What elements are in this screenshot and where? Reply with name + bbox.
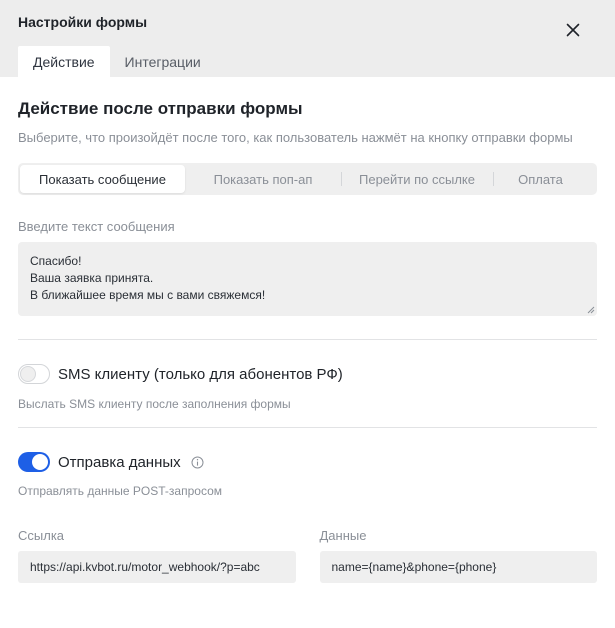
sms-toggle[interactable] (18, 364, 50, 384)
action-segmented-control: Показать сообщение Показать поп-ап Перей… (18, 163, 597, 195)
data-input[interactable]: name={name}&phone={phone} (319, 551, 597, 583)
message-line: Ваша заявка принята. (30, 271, 154, 285)
action-section-title: Действие после отправки формы (18, 99, 303, 118)
url-column: Ссылка https://api.kvbot.ru/motor_webhoo… (18, 528, 296, 583)
segment-go-to-link-label: Перейти по ссылке (359, 171, 475, 187)
segment-go-to-link[interactable]: Перейти по ссылке (341, 165, 493, 193)
message-textarea[interactable]: Спасибо! Ваша заявка принята. В ближайше… (18, 242, 597, 316)
data-column: Данные name={name}&phone={phone} (319, 528, 597, 583)
segment-payment[interactable]: Оплата (493, 165, 588, 193)
toggle-knob (32, 454, 48, 470)
url-field-label: Ссылка (18, 528, 65, 543)
post-toggle[interactable] (18, 452, 50, 472)
sms-hint: Выслать SMS клиенту после заполнения фор… (18, 397, 291, 411)
message-line: Спасибо! (30, 254, 82, 268)
message-field-label: Введите текст сообщения (18, 219, 175, 234)
tab-action[interactable]: Действие (18, 46, 110, 77)
post-fields: Ссылка https://api.kvbot.ru/motor_webhoo… (18, 528, 597, 583)
toggle-knob (20, 366, 36, 382)
segment-show-message[interactable]: Показать сообщение (20, 165, 185, 193)
resize-handle-icon[interactable] (587, 306, 595, 314)
url-input[interactable]: https://api.kvbot.ru/motor_webhook/?p=ab… (18, 551, 296, 583)
dialog-content: Действие после отправки формы Выберите, … (0, 99, 615, 583)
post-toggle-row: Отправка данных (18, 452, 597, 472)
message-line: В ближайшее время мы с вами свяжемся! (30, 288, 266, 302)
divider (18, 339, 597, 340)
info-icon[interactable] (191, 456, 204, 469)
segment-payment-label: Оплата (518, 171, 563, 187)
post-hint: Отправлять данные POST-запросом (18, 484, 223, 498)
sms-toggle-row: SMS клиенту (только для абонентов РФ) (18, 364, 597, 384)
data-field-label: Данные (319, 528, 367, 543)
tab-integrations[interactable]: Интеграции (110, 46, 216, 77)
dialog-title: Настройки формы (18, 14, 148, 30)
close-icon[interactable] (563, 20, 583, 40)
action-section-description: Выберите, что произойдёт после того, как… (18, 130, 573, 145)
dialog-tabs: Действие Интеграции (18, 46, 216, 77)
sms-toggle-label: SMS клиенту (только для абонентов РФ) (58, 365, 343, 383)
segment-show-popup[interactable]: Показать поп-ап (185, 165, 341, 193)
post-toggle-label: Отправка данных (58, 453, 181, 471)
divider (18, 427, 597, 428)
dialog-header: Настройки формы Действие Интеграции (0, 0, 615, 77)
